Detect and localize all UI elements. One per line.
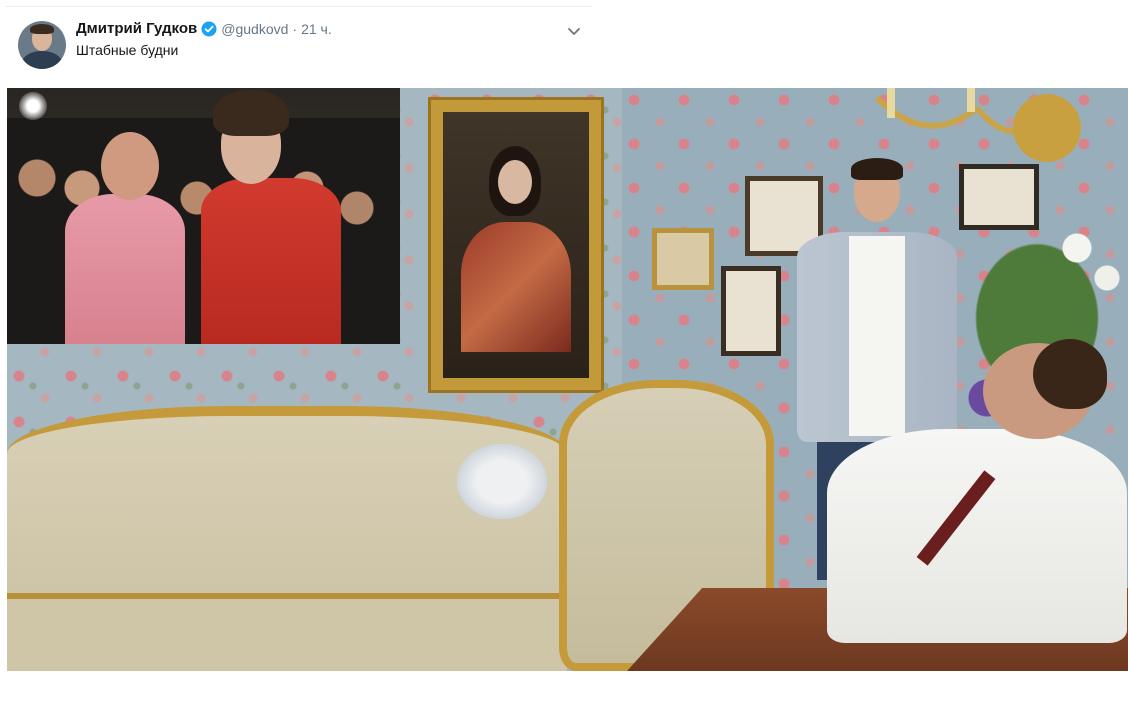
inset-man-pink-shirt bbox=[65, 128, 185, 344]
gilded-portrait bbox=[428, 97, 604, 393]
porcelain-figurine bbox=[457, 444, 547, 519]
author-handle[interactable]: @gudkovd bbox=[221, 21, 288, 37]
verified-badge-icon bbox=[201, 21, 217, 37]
separator-dot: · bbox=[292, 20, 298, 37]
tweet-timestamp[interactable]: 21 ч. bbox=[301, 21, 332, 37]
stage-light bbox=[19, 92, 47, 120]
chevron-down-icon[interactable] bbox=[566, 23, 582, 39]
tweet-header: Дмитрий Гудков @gudkovd · 21 ч. Штабные … bbox=[6, 6, 592, 76]
inset-man-red-sweater bbox=[201, 90, 341, 344]
author-name[interactable]: Дмитрий Гудков bbox=[76, 20, 197, 37]
seated-man-hair bbox=[1033, 339, 1107, 409]
pink-shirt bbox=[65, 194, 185, 344]
seated-man-shirt bbox=[827, 429, 1127, 643]
standing-man-hair bbox=[851, 158, 903, 180]
author-row: Дмитрий Гудков @gudkovd · 21 ч. bbox=[76, 20, 332, 37]
red-man-hair bbox=[213, 90, 289, 136]
avatar-shoulders bbox=[22, 51, 62, 69]
portrait-face bbox=[498, 160, 532, 204]
red-sweater bbox=[201, 178, 341, 344]
avatar[interactable] bbox=[18, 21, 66, 69]
small-picture-frame bbox=[721, 266, 781, 356]
portrait-dress bbox=[461, 222, 571, 352]
inset-photo bbox=[7, 88, 400, 344]
avatar-hair bbox=[30, 24, 54, 34]
seated-man bbox=[797, 339, 1127, 643]
small-picture-frame bbox=[652, 228, 714, 290]
tweet-text: Штабные будни bbox=[76, 42, 179, 58]
pink-man-head bbox=[101, 132, 159, 200]
sofa-seat bbox=[7, 593, 567, 671]
